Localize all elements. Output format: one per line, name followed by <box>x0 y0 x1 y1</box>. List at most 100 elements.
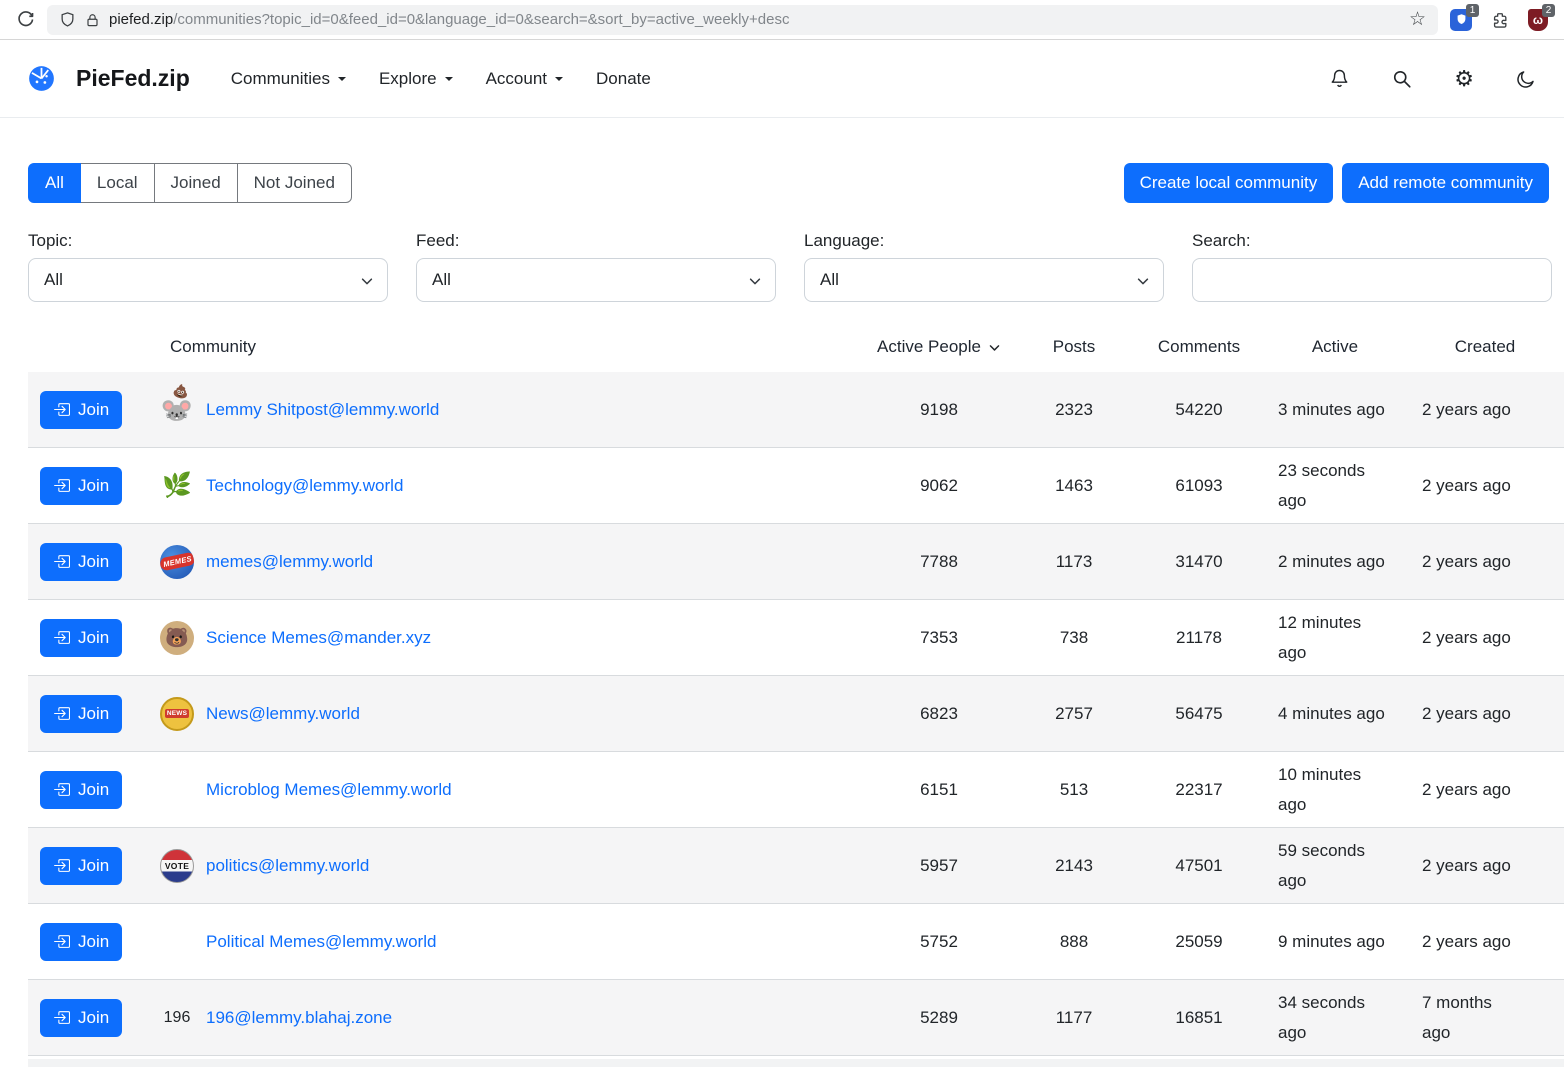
posts-count: 1463 <box>1014 476 1134 496</box>
bookmark-star-icon[interactable]: ☆ <box>1409 10 1426 29</box>
nav-communities[interactable]: Communities <box>231 69 346 89</box>
comments-count: 56475 <box>1134 704 1264 724</box>
dark-mode-moon-icon[interactable] <box>1516 69 1536 89</box>
community-link[interactable]: Science Memes@mander.xyz <box>206 628 431 648</box>
memes-globe-avatar: MEMES <box>160 545 194 579</box>
brand-name: PieFed.zip <box>76 65 190 92</box>
community-link[interactable]: 196@lemmy.blahaj.zone <box>206 1008 392 1028</box>
chevron-down-icon <box>748 274 762 288</box>
language-filter: Language: All <box>804 231 1164 302</box>
scope-tab-group: All Local Joined Not Joined <box>28 163 352 203</box>
shield-icon[interactable] <box>59 11 76 28</box>
nav-donate[interactable]: Donate <box>596 69 651 89</box>
join-button[interactable]: Join <box>40 467 122 505</box>
active-people-count: 9198 <box>864 400 1014 420</box>
header-active-people[interactable]: Active People <box>864 337 1014 357</box>
join-button[interactable]: Join <box>40 771 122 809</box>
add-remote-community-button[interactable]: Add remote community <box>1342 163 1549 203</box>
join-button[interactable]: Join <box>40 619 122 657</box>
header-community[interactable]: Community <box>160 337 864 357</box>
blue-extension-icon[interactable]: 1 <box>1450 9 1472 31</box>
header-created[interactable]: Created <box>1406 337 1564 357</box>
comments-count: 16851 <box>1134 1008 1264 1028</box>
main-nav: Communities Explore Account Donate <box>231 69 651 89</box>
create-local-community-button[interactable]: Create local community <box>1124 163 1334 203</box>
url-host: piefed.zip <box>109 11 173 28</box>
join-button[interactable]: Join <box>40 999 122 1037</box>
header-icon-group: ⚙ <box>1329 68 1536 90</box>
lock-icon[interactable] <box>85 12 100 28</box>
created-ago: 2 years ago <box>1406 927 1564 957</box>
comments-count: 22317 <box>1134 780 1264 800</box>
196-graffiti-avatar: 196 <box>160 1001 194 1035</box>
topic-select[interactable]: All <box>28 258 388 302</box>
posts-count: 513 <box>1014 780 1134 800</box>
search-label: Search: <box>1192 231 1552 251</box>
science-bear-avatar: 🐻 <box>160 621 194 655</box>
active-people-count: 5289 <box>864 1008 1014 1028</box>
active-people-count: 6151 <box>864 780 1014 800</box>
created-ago: 2 years ago <box>1406 395 1564 425</box>
chevron-down-icon <box>555 77 563 85</box>
active-people-count: 7353 <box>864 628 1014 648</box>
tab-joined[interactable]: Joined <box>154 163 238 203</box>
communities-page: All Local Joined Not Joined Create local… <box>0 163 1564 1067</box>
community-link[interactable]: Lemmy Shitpost@lemmy.world <box>206 400 439 420</box>
table-row: Join 🐭💩 Lemmy Shitpost@lemmy.world 9198 … <box>28 372 1564 448</box>
url-path: /communities?topic_id=0&feed_id=0&langua… <box>173 11 789 28</box>
search-icon[interactable] <box>1392 69 1412 89</box>
community-link[interactable]: Political Memes@lemmy.world <box>206 932 436 952</box>
nav-account[interactable]: Account <box>486 69 563 89</box>
created-ago: 2 years ago <box>1406 471 1564 501</box>
join-button[interactable]: Join <box>40 391 122 429</box>
red-shield-extension-icon[interactable]: ω 2 <box>1528 9 1548 31</box>
feed-select[interactable]: All <box>416 258 776 302</box>
community-link[interactable]: News@lemmy.world <box>206 704 360 724</box>
created-ago: 7 months ago <box>1406 988 1564 1048</box>
header-comments[interactable]: Comments <box>1134 337 1264 357</box>
table-row: Join 🐻 Science Memes@mander.xyz 7353 738… <box>28 600 1564 676</box>
table-row: Join Microblog Memes@lemmy.world 6151 51… <box>28 752 1564 828</box>
box-arrow-in-right-icon <box>53 401 70 418</box>
reload-icon[interactable] <box>16 10 35 29</box>
table-row: Join MEMES memes@lemmy.world 7788 1173 3… <box>28 524 1564 600</box>
nav-explore[interactable]: Explore <box>379 69 453 89</box>
community-link[interactable]: memes@lemmy.world <box>206 552 373 572</box>
posts-count: 738 <box>1014 628 1134 648</box>
chevron-down-icon <box>1136 274 1150 288</box>
join-button[interactable]: Join <box>40 543 122 581</box>
last-active: 10 minutes ago <box>1264 760 1406 820</box>
tab-not-joined[interactable]: Not Joined <box>237 163 352 203</box>
tab-all[interactable]: All <box>28 163 81 203</box>
join-button[interactable]: Join <box>40 695 122 733</box>
extensions-puzzle-icon[interactable] <box>1490 10 1510 30</box>
last-active: 9 minutes ago <box>1264 927 1406 957</box>
community-link[interactable]: politics@lemmy.world <box>206 856 369 876</box>
posts-count: 1177 <box>1014 1008 1134 1028</box>
settings-gear-icon[interactable]: ⚙ <box>1454 68 1474 90</box>
last-active: 12 minutes ago <box>1264 608 1406 668</box>
created-ago: 2 years ago <box>1406 547 1564 577</box>
table-body: Join 🐭💩 Lemmy Shitpost@lemmy.world 9198 … <box>28 372 1564 1056</box>
header-active[interactable]: Active <box>1264 337 1406 357</box>
community-link[interactable]: Microblog Memes@lemmy.world <box>206 780 452 800</box>
tab-local[interactable]: Local <box>80 163 155 203</box>
active-people-count: 5957 <box>864 856 1014 876</box>
join-button[interactable]: Join <box>40 923 122 961</box>
created-ago: 2 years ago <box>1406 851 1564 881</box>
box-arrow-in-right-icon <box>53 933 70 950</box>
active-people-count: 5752 <box>864 932 1014 952</box>
community-link[interactable]: Technology@lemmy.world <box>206 476 403 496</box>
table-row: Join 🌿 Technology@lemmy.world 9062 1463 … <box>28 448 1564 524</box>
comments-count: 25059 <box>1134 932 1264 952</box>
last-active: 23 seconds ago <box>1264 456 1406 516</box>
browser-chrome: piefed.zip/communities?topic_id=0&feed_i… <box>0 0 1564 40</box>
header-posts[interactable]: Posts <box>1014 337 1134 357</box>
language-select[interactable]: All <box>804 258 1164 302</box>
search-input[interactable] <box>1192 258 1552 302</box>
feed-filter: Feed: All <box>416 231 776 302</box>
piefed-logo-home-link[interactable]: PieFed.zip <box>28 65 190 92</box>
notifications-bell-icon[interactable] <box>1329 68 1350 89</box>
join-button[interactable]: Join <box>40 847 122 885</box>
address-bar[interactable]: piefed.zip/communities?topic_id=0&feed_i… <box>47 5 1438 35</box>
